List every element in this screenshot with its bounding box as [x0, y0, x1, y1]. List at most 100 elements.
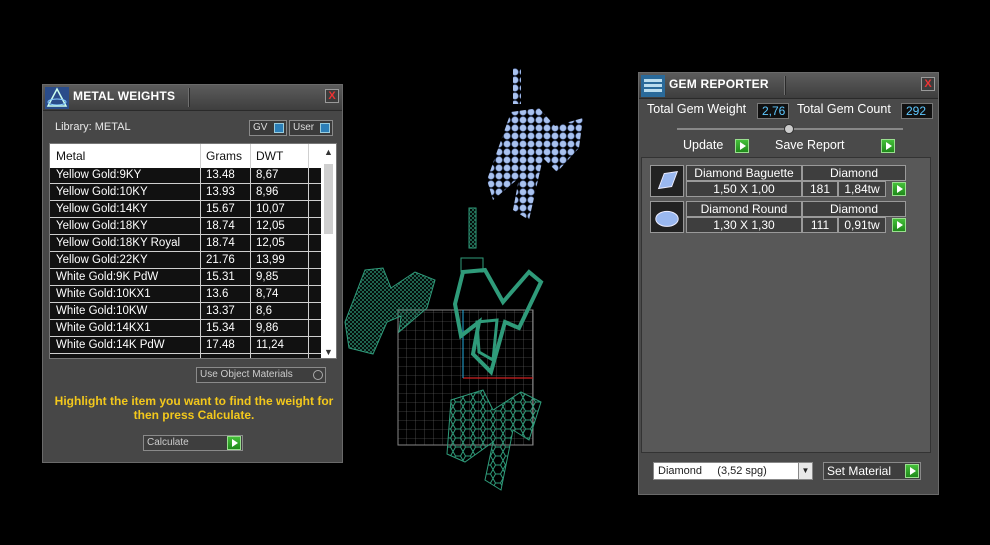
user-label: User	[293, 122, 315, 133]
gem-reporter-titlebar[interactable]: GEM REPORTER X	[639, 73, 938, 99]
table-row[interactable]: Yellow Gold:14KY 15.67 10,07	[50, 202, 322, 218]
cell-dwt: 8,96	[256, 186, 279, 198]
cell-dwt: 12,05	[256, 237, 285, 249]
cell-metal: Yellow Gold:14KY	[56, 203, 148, 215]
gem-row[interactable]: Diamond Baguette Diamond 1,50 X 1,00 181…	[650, 165, 907, 199]
cell-grams: 13.37	[206, 305, 235, 317]
save-report-button[interactable]	[881, 139, 895, 153]
table-row[interactable]: Yellow Gold:22KY 21.76 13,99	[50, 253, 322, 269]
titlebar-divider	[784, 76, 786, 95]
gem-letter-m	[487, 108, 583, 220]
column-divider	[250, 144, 251, 358]
cell-metal: White Gold:10KX1	[56, 288, 151, 300]
cell-grams: 18.74	[206, 237, 235, 249]
play-icon[interactable]	[227, 436, 241, 450]
toggle-icon	[320, 123, 330, 133]
update-label: Update	[683, 138, 724, 152]
metal-weights-app-icon	[45, 87, 69, 109]
gem-name: Diamond Round	[686, 201, 802, 217]
user-toggle[interactable]: User	[289, 120, 333, 136]
cell-grams: 15.67	[206, 203, 235, 215]
gem-slider-knob[interactable]	[784, 124, 794, 134]
cell-metal: Yellow Gold:18KY	[56, 220, 148, 232]
chevron-down-icon[interactable]: ▼	[798, 463, 812, 479]
calculate-button[interactable]: Calculate	[143, 435, 243, 451]
cell-dwt: 13,99	[256, 254, 285, 266]
column-header-metal[interactable]: Metal	[56, 149, 85, 163]
cell-metal: Yellow Gold:9KY	[56, 169, 142, 181]
gem-list: Diamond Baguette Diamond 1,50 X 1,00 181…	[641, 157, 931, 453]
table-scrollbar[interactable]: ▲ ▼	[321, 144, 336, 358]
metal-table: Metal Grams DWT Yellow Gold:9KY 13.48 8,67…	[49, 143, 337, 359]
cell-grams: 21.76	[206, 254, 235, 266]
column-divider	[200, 144, 201, 358]
use-object-materials-checkbox[interactable]: Use Object Materials	[196, 367, 326, 383]
cell-metal: White Gold:14KX1	[56, 322, 151, 334]
table-row[interactable]: Yellow Gold:18KY 18.74 12,05	[50, 219, 322, 235]
gem-size: 1,30 X 1,30	[686, 217, 802, 233]
checkbox-icon	[313, 370, 323, 380]
total-gem-count-value: 292	[901, 103, 933, 119]
table-header: Metal Grams DWT	[50, 144, 322, 168]
gem-reporter-title: GEM REPORTER	[669, 77, 769, 91]
gem-material: Diamond	[802, 165, 906, 181]
cell-grams: 15.31	[206, 271, 235, 283]
cell-grams: 13.93	[206, 186, 235, 198]
gv-toggle[interactable]: GV	[249, 120, 287, 136]
scroll-up-icon[interactable]: ▲	[324, 147, 333, 157]
column-divider	[308, 144, 309, 358]
table-row[interactable]: White Gold:14KX1 15.34 9,86	[50, 321, 322, 337]
total-gem-weight-value: 2,76	[757, 103, 789, 119]
close-icon[interactable]: X	[921, 77, 935, 91]
column-header-dwt[interactable]: DWT	[256, 149, 283, 163]
close-icon[interactable]: X	[325, 89, 339, 103]
round-gem-icon	[650, 201, 684, 233]
cell-dwt: 8,6	[256, 305, 272, 317]
gv-label: GV	[253, 122, 268, 133]
table-row[interactable]: White Gold:10KW 13.37 8,6	[50, 304, 322, 320]
set-material-label: Set Material	[827, 464, 892, 478]
select-gem-button[interactable]	[892, 218, 906, 232]
instruction-text: Highlight the item you want to find the …	[54, 394, 334, 422]
table-row[interactable]: Yellow Gold:10KY 13.93 8,96	[50, 185, 322, 201]
update-button[interactable]	[735, 139, 749, 153]
3d-viewport[interactable]	[343, 60, 638, 500]
calculate-label: Calculate	[147, 437, 189, 448]
gem-size: 1,50 X 1,00	[686, 181, 802, 197]
library-label: Library: METAL	[55, 121, 131, 133]
material-select[interactable]: Diamond (3,52 spg) ▼	[653, 462, 813, 480]
save-report-label: Save Report	[775, 138, 845, 152]
column-header-grams[interactable]: Grams	[206, 149, 242, 163]
scrollbar-thumb[interactable]	[324, 164, 333, 234]
gem-weight: 1,84tw	[838, 181, 886, 197]
gem-count: 111	[802, 217, 838, 233]
toggle-icon	[274, 123, 284, 133]
cell-metal: White Gold:14K PdW	[56, 339, 165, 351]
cell-dwt: 9,85	[256, 271, 279, 283]
metal-weights-panel: METAL WEIGHTS X Library: METAL GV User M…	[42, 84, 343, 463]
cell-metal: White Gold:9K PdW	[56, 271, 159, 283]
table-row[interactable]: White Gold:10KX1 13.6 8,74	[50, 287, 322, 303]
gem-material: Diamond	[802, 201, 906, 217]
gem-row[interactable]: Diamond Round Diamond 1,30 X 1,30 111 0,…	[650, 201, 907, 235]
cell-metal: Yellow Gold:22KY	[56, 254, 148, 266]
bail-piece	[468, 207, 477, 249]
set-material-button[interactable]: Set Material	[823, 462, 921, 480]
cell-metal: Yellow Gold:18KY Royal	[56, 237, 181, 249]
scroll-down-icon[interactable]: ▼	[324, 347, 333, 357]
cell-dwt: 10,07	[256, 203, 285, 215]
cell-dwt: 8,74	[256, 288, 279, 300]
gem-reporter-panel: GEM REPORTER X Total Gem Weight 2,76 Tot…	[638, 72, 939, 495]
select-gem-button[interactable]	[892, 182, 906, 196]
cell-grams: 17.48	[206, 339, 235, 351]
table-row[interactable]: White Gold:9K PdW 15.31 9,85	[50, 270, 322, 286]
table-row[interactable]: Yellow Gold:9KY 13.48 8,67	[50, 168, 322, 184]
table-row[interactable]: White Gold:14K PdW 17.48 11,24	[50, 338, 322, 354]
metal-weights-titlebar[interactable]: METAL WEIGHTS X	[43, 85, 342, 111]
gem-weight: 0,91tw	[838, 217, 886, 233]
play-icon[interactable]	[905, 464, 919, 478]
cell-dwt: 9,86	[256, 322, 279, 334]
cell-dwt: 11,24	[256, 339, 284, 351]
use-object-materials-label: Use Object Materials	[200, 369, 293, 380]
table-row[interactable]: Yellow Gold:18KY Royal 18.74 12,05	[50, 236, 322, 252]
